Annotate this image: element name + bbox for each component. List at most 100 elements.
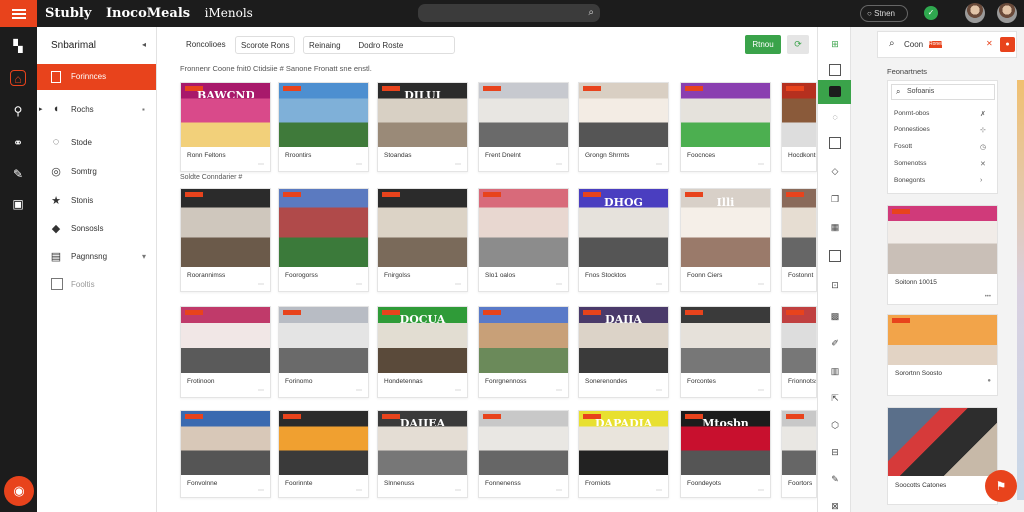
more-icon[interactable]: ⋯ [556, 281, 562, 288]
more-icon[interactable]: ⋯ [656, 387, 662, 394]
panel-action-button[interactable]: ● [1000, 37, 1015, 52]
nav-link-menus[interactable]: iMenols [205, 6, 253, 20]
pin-icon[interactable]: ✗ [980, 110, 986, 118]
export-icon[interactable]: ⇱ [829, 392, 841, 404]
global-search-input[interactable]: ⌕ [418, 4, 600, 22]
more-icon[interactable]: ⋯ [258, 487, 264, 494]
store-card[interactable]: Mtosbn Foondeyots ⋯ [680, 410, 771, 498]
pen-icon[interactable]: ✐ [829, 337, 841, 349]
more-icon[interactable]: ⋯ [356, 161, 362, 168]
more-icon[interactable]: ⋯ [758, 487, 764, 494]
sidebar-item-pagnnsng[interactable]: ▤ Pagnnsng ▾ [37, 247, 156, 267]
more-icon[interactable]: ⋯ [758, 161, 764, 168]
search-icon[interactable]: ⌕ [588, 7, 594, 18]
store-card[interactable]: Foocnces ⋯ [680, 82, 771, 172]
panel-row[interactable]: Somenotss ✕ [894, 160, 994, 172]
avatar-secondary[interactable] [997, 3, 1017, 23]
nav-link-meals[interactable]: InocoMeals [106, 6, 190, 21]
chat-fab-button[interactable]: ◉ [4, 476, 34, 506]
layout-icon[interactable]: ▦ [829, 221, 841, 233]
store-card[interactable]: DAIIEA Slnnenuss ⋯ [377, 410, 468, 498]
refresh-icon[interactable]: ⟳ [787, 35, 809, 54]
more-icon[interactable]: ⋯ [455, 387, 461, 394]
avatar[interactable] [965, 3, 985, 23]
draw-icon[interactable]: ✎ [829, 473, 841, 485]
expand-icon[interactable]: › [980, 177, 982, 184]
copy-icon[interactable]: ❐ [829, 193, 841, 205]
store-card[interactable]: Fonvolnne ⋯ [180, 410, 271, 498]
tag-icon[interactable]: ◇ [829, 165, 841, 177]
store-card[interactable]: Foorogorss ⋯ [278, 188, 369, 292]
tool-active[interactable] [818, 80, 851, 104]
more-icon[interactable]: ● [987, 378, 991, 384]
more-icon[interactable]: ⋯ [356, 487, 362, 494]
more-icon[interactable]: ⋯ [556, 387, 562, 394]
online-status-icon[interactable]: ✓ [924, 6, 938, 20]
scroll-edge[interactable] [1017, 80, 1024, 500]
store-card[interactable]: Fonnenenss ⋯ [478, 410, 569, 498]
store-card[interactable]: DILUI Stoandas ⋯ [377, 82, 468, 172]
more-icon[interactable]: ⋯ [356, 387, 362, 394]
sidebar-item-sonsosls[interactable]: ◆ Sonsosls [37, 219, 156, 239]
edit-icon[interactable]: ✎ [10, 166, 26, 182]
chevron-down-icon[interactable]: ◂ [142, 40, 146, 49]
box-icon[interactable] [829, 250, 841, 262]
columns-icon[interactable]: ▥ [829, 365, 841, 377]
more-icon[interactable]: ⋯ [258, 161, 264, 168]
store-card[interactable]: Forcontes ⋯ [680, 306, 771, 398]
sidebar-item-active[interactable]: Forinnces [37, 64, 156, 90]
store-card[interactable]: Frotinoon ⋯ [180, 306, 271, 398]
settings-icon[interactable]: ⊠ [829, 500, 841, 512]
more-icon[interactable]: ⋯ [258, 387, 264, 394]
panel-card[interactable]: Soitonn 10015 ••• [887, 205, 998, 305]
shield-icon[interactable]: ⬡ [829, 419, 841, 431]
flag-fab-button[interactable]: ⚑ [985, 470, 1017, 502]
crop-icon[interactable]: ⊡ [829, 279, 841, 291]
store-card[interactable]: Hocdkonts [781, 82, 817, 172]
apply-button[interactable]: Rtnou [745, 35, 781, 54]
store-card[interactable]: Foorinnte ⋯ [278, 410, 369, 498]
store-card[interactable]: Rroontirs ⋯ [278, 82, 369, 172]
panel-row[interactable]: Bonegonts › [894, 177, 994, 189]
store-card[interactable]: Forinomo ⋯ [278, 306, 369, 398]
store-card[interactable]: BAWCNDE Ronn Feltons ⋯ [180, 82, 271, 172]
home-icon[interactable]: ⌂ [10, 70, 26, 86]
panel-row[interactable]: Ponnestioes ⊹ [894, 126, 994, 138]
panel-row[interactable]: Ponrnt-obos ✗ [894, 110, 994, 122]
store-card[interactable]: DHOG Fnos Stocktos ⋯ [578, 188, 669, 292]
store-card[interactable]: Grongn Shrrnts ⋯ [578, 82, 669, 172]
sidebar-item-fooltis[interactable]: Fooltis [37, 275, 156, 295]
more-icon[interactable]: ⋯ [356, 281, 362, 288]
sidebar-item-rochs[interactable]: ▸ ◖ Rochs ▪ [37, 100, 156, 120]
store-card[interactable]: Fostonnt [781, 188, 817, 292]
more-icon[interactable]: ⋯ [455, 487, 461, 494]
hamburger-icon[interactable] [0, 0, 37, 27]
panel-search-input[interactable]: ⌕ Sofoanis [891, 84, 995, 100]
checkbox-icon[interactable] [51, 278, 63, 290]
store-card[interactable]: DOCUA Hondetennas ⋯ [377, 306, 468, 398]
more-icon[interactable]: ⋯ [758, 281, 764, 288]
sidebar-item-somtrg[interactable]: ◎ Somtrg [37, 162, 156, 182]
store-card[interactable]: DAIIA Sonerenondes ⋯ [578, 306, 669, 398]
store-card[interactable]: DAPADIA Frorniots ⋯ [578, 410, 669, 498]
sidebar-item-stode[interactable]: ◌ Stode [37, 133, 156, 153]
panel-card[interactable]: Soocotts Catones [887, 407, 998, 505]
apps-grid-icon[interactable]: ▚ [10, 38, 26, 54]
store-card[interactable]: Frent Dnelnt ⋯ [478, 82, 569, 172]
more-icon[interactable]: ⋯ [455, 281, 461, 288]
more-icon[interactable]: ⋯ [656, 487, 662, 494]
store-card[interactable]: Slo1 oalos ⋯ [478, 188, 569, 292]
brand-name[interactable]: Stubly [45, 6, 91, 21]
store-card[interactable]: Roorannimss ⋯ [180, 188, 271, 292]
filter-chip-1[interactable]: Roncolioes [186, 36, 226, 54]
grid-icon[interactable]: ▩ [829, 310, 841, 322]
close-icon[interactable]: ✕ [986, 39, 993, 48]
store-card[interactable]: Fonrgnennoss ⋯ [478, 306, 569, 398]
store-card[interactable]: Frionnotss [781, 306, 817, 398]
filter-search-input[interactable]: Reinaing Dodro Roste [303, 36, 455, 54]
status-pill[interactable]: ○ Stnen [860, 5, 908, 22]
more-icon[interactable]: ••• [985, 294, 991, 300]
people-icon[interactable]: ⚲ [10, 103, 26, 119]
image-icon[interactable]: ⊟ [829, 446, 841, 458]
sidebar-item-stonis[interactable]: ★ Stonis [37, 191, 156, 211]
